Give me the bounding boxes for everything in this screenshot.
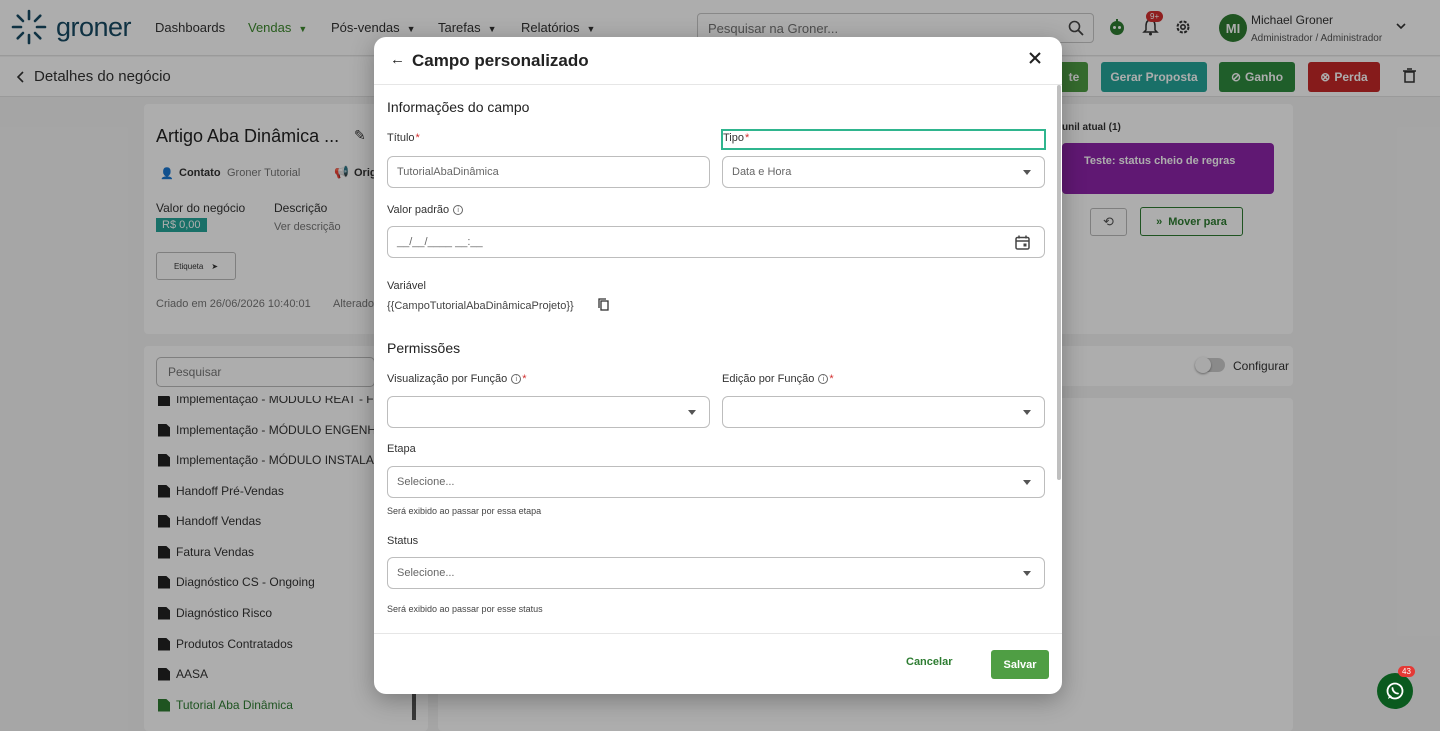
- whatsapp-badge: 43: [1398, 666, 1415, 677]
- title-field[interactable]: TutorialAbaDinâmica: [387, 156, 710, 188]
- custom-field-modal: ← Campo personalizado Informações do cam…: [374, 37, 1062, 694]
- dropdown-arrow-icon: [1023, 410, 1031, 415]
- info-icon[interactable]: i: [453, 205, 464, 215]
- modal-header: ← Campo personalizado: [374, 37, 1062, 85]
- modal-scrollbar[interactable]: [1057, 85, 1061, 480]
- modal-title: Campo personalizado: [412, 51, 589, 70]
- view-role-label-text: Visualização por Função: [387, 373, 508, 385]
- view-role-select[interactable]: [387, 396, 710, 428]
- status-label: Status: [387, 535, 419, 547]
- variable-value: {{CampoTutorialAbaDinâmicaProjeto}}: [387, 300, 574, 312]
- section-permissions: Permissões: [387, 340, 461, 356]
- default-value-mask: __/__/____ __:__: [397, 236, 483, 248]
- variable-label: Variável: [387, 280, 426, 292]
- status-helper: Será exibido ao passar por esse status: [387, 604, 543, 614]
- required-mark: *: [745, 132, 750, 144]
- dropdown-arrow-icon: [1023, 170, 1031, 175]
- type-label: Tipo *: [723, 132, 749, 144]
- modal-footer: Cancelar Salvar: [374, 633, 1062, 694]
- save-label: Salvar: [1003, 658, 1037, 671]
- arrow-left-icon[interactable]: ←: [390, 51, 405, 68]
- title-label-text: Título: [387, 132, 415, 144]
- default-value-label: Valor padrão i: [387, 204, 464, 216]
- status-placeholder: Selecione...: [397, 567, 455, 579]
- info-icon[interactable]: i: [511, 374, 522, 384]
- section-field-info: Informações do campo: [387, 99, 530, 115]
- default-value-label-text: Valor padrão: [387, 204, 450, 216]
- close-icon[interactable]: [1028, 51, 1042, 65]
- stage-select[interactable]: Selecione...: [387, 466, 1045, 498]
- cancel-button[interactable]: Cancelar: [906, 656, 952, 668]
- dropdown-arrow-icon: [1023, 480, 1031, 485]
- title-value: TutorialAbaDinâmica: [397, 166, 499, 178]
- type-select[interactable]: Data e Hora: [722, 156, 1045, 188]
- title-label: Título *: [387, 132, 420, 144]
- status-select[interactable]: Selecione...: [387, 557, 1045, 589]
- view-role-label: Visualização por Função i *: [387, 373, 527, 385]
- required-mark: *: [829, 373, 834, 385]
- modal-body: Informações do campo Título * TutorialAba…: [374, 86, 1062, 633]
- edit-role-select[interactable]: [722, 396, 1045, 428]
- whatsapp-button[interactable]: [1377, 673, 1413, 709]
- type-value: Data e Hora: [732, 166, 792, 178]
- whatsapp-icon: [1386, 682, 1404, 700]
- copy-icon[interactable]: [598, 298, 609, 311]
- stage-placeholder: Selecione...: [397, 476, 455, 488]
- save-button[interactable]: Salvar: [991, 650, 1049, 679]
- dropdown-arrow-icon: [688, 410, 696, 415]
- type-label-highlight: [721, 129, 1046, 150]
- stage-helper: Será exibido ao passar por essa etapa: [387, 506, 542, 516]
- type-label-text: Tipo: [723, 132, 744, 144]
- stage-label: Etapa: [387, 443, 416, 455]
- dropdown-arrow-icon: [1023, 571, 1031, 576]
- default-value-datetime-field[interactable]: __/__/____ __:__: [387, 226, 1045, 258]
- edit-role-label-text: Edição por Função: [722, 373, 815, 385]
- required-mark: *: [415, 132, 420, 144]
- edit-role-label: Edição por Função i *: [722, 373, 834, 385]
- calendar-icon[interactable]: [1015, 235, 1030, 250]
- info-icon[interactable]: i: [818, 374, 829, 384]
- required-mark: *: [522, 373, 527, 385]
